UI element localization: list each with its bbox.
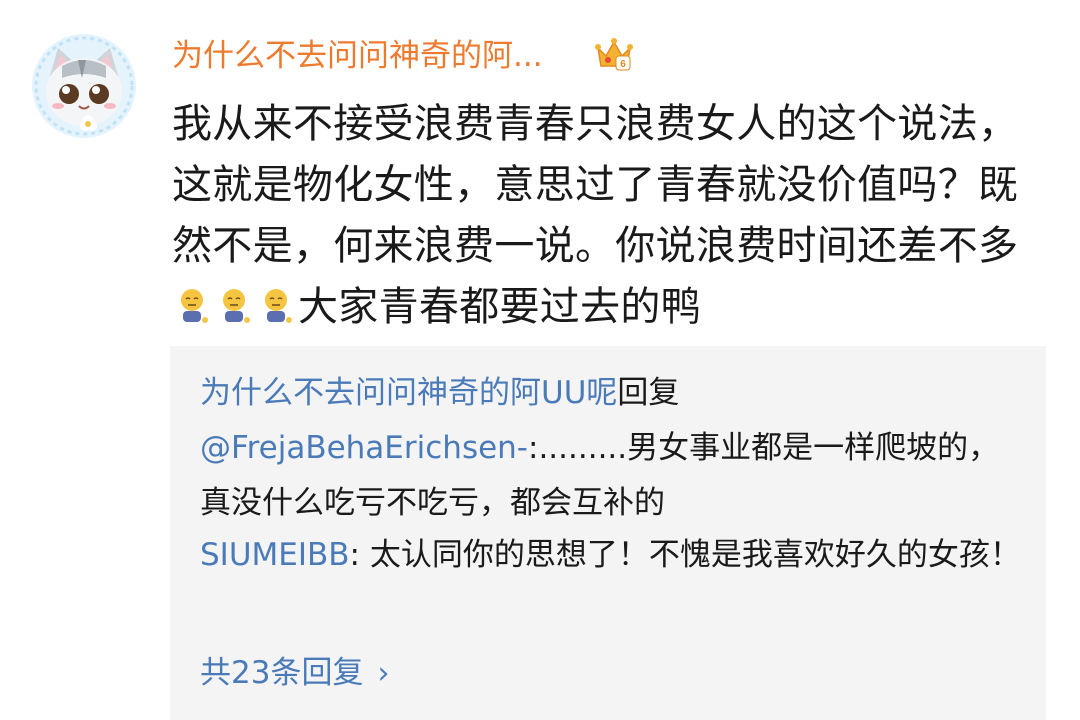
crown-level-6-icon[interactable]: 6 [594,36,634,74]
sweat-sit-emoji-icon [181,289,208,323]
comment-line: 我从来不接受浪费青春只浪费女人的这个说法， [172,101,1019,147]
comment-line: 大家青春都要过去的鸭 [172,277,1034,338]
comment-username[interactable]: 为什么不去问问神奇的阿... [172,34,543,78]
chevron-right-icon: › [377,656,390,691]
svg-text:6: 6 [620,59,626,70]
reply-action-text: 回复 [617,375,680,411]
reply-item[interactable]: SIUMEIBB: 太认同你的思想了！不愧是我喜欢好久的女孩！ [200,528,1030,583]
avatar[interactable] [32,34,136,138]
reply-text: : 太认同你的思想了！不愧是我喜欢好久的女孩！ [349,537,1021,573]
comment-line-text: 大家青春都要过去的鸭 [298,284,701,330]
comment-line: 然不是，何来浪费一说。你说浪费时间还差不多 [172,223,1019,269]
cat-avatar-icon [32,34,136,138]
more-replies-link[interactable]: 共23条回复 › [200,648,389,699]
comment-line: 这就是物化女性，意思过了青春就没价值吗？既 [172,162,1019,208]
more-replies-label: 共23条回复 [200,655,364,691]
reply-mention-link[interactable]: @FrejaBehaErichsen- [200,430,528,466]
reply-author-link[interactable]: 为什么不去问问神奇的阿UU呢 [200,375,617,411]
reply-item[interactable]: 为什么不去问问神奇的阿UU呢回复 @FrejaBehaErichsen-:....… [200,366,1030,531]
comment-text: 我从来不接受浪费青春只浪费女人的这个说法， 这就是物化女性，意思过了青春就没价值… [172,94,1034,338]
reply-author-link[interactable]: SIUMEIBB [200,537,350,573]
sweat-sit-emoji-icon [265,289,292,323]
sweat-sit-emoji-icon [223,289,250,323]
replies-panel: 为什么不去问问神奇的阿UU呢回复 @FrejaBehaErichsen-:....… [170,346,1046,720]
